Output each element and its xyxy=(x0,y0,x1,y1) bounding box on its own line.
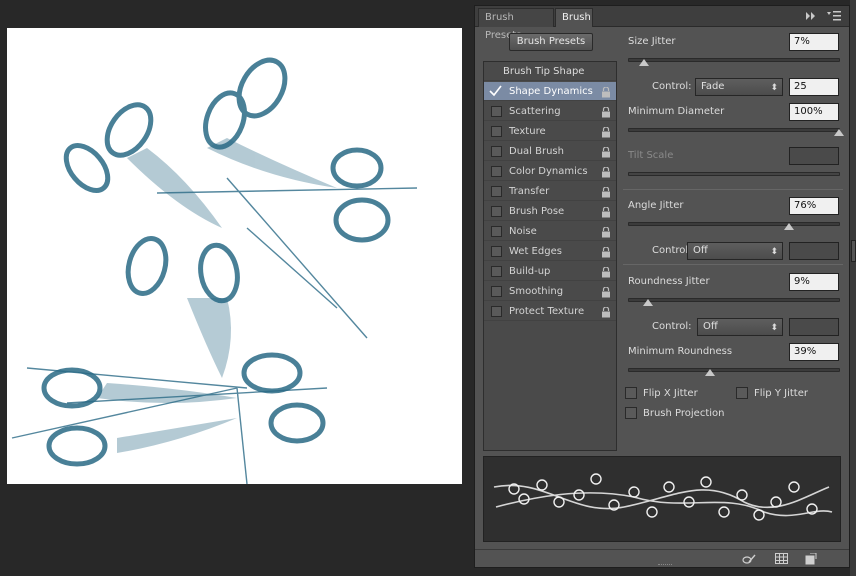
size-control-select[interactable]: Fade ⬍ xyxy=(695,78,783,96)
angle-jitter-label: Angle Jitter xyxy=(628,200,684,211)
minimum-diameter-field[interactable]: 100% xyxy=(789,103,839,121)
flip-x-jitter-label: Flip X Jitter xyxy=(643,388,698,399)
toggle-live-tip-icon[interactable] xyxy=(742,553,756,565)
tilt-scale-label: Tilt Scale xyxy=(628,150,674,161)
minimum-roundness-slider[interactable] xyxy=(628,368,840,372)
roundness-control-select[interactable]: Off ⬍ xyxy=(697,318,783,336)
document-canvas[interactable] xyxy=(7,28,462,484)
flip-y-jitter-label: Flip Y Jitter xyxy=(754,388,808,399)
section-divider xyxy=(623,189,843,190)
section-divider xyxy=(623,264,843,265)
size-jitter-slider[interactable] xyxy=(628,58,840,62)
angle-control-select[interactable]: Off ⬍ xyxy=(687,242,783,260)
size-control-label: Control: xyxy=(652,81,692,92)
minimum-diameter-label: Minimum Diameter xyxy=(628,106,725,117)
size-jitter-thumb[interactable] xyxy=(639,59,649,66)
angle-jitter-field[interactable]: 76% xyxy=(789,197,839,215)
size-control-value: Fade xyxy=(701,81,725,92)
tilt-scale-field xyxy=(789,147,839,165)
size-jitter-label: Size Jitter xyxy=(628,36,676,47)
panel-footer xyxy=(475,549,849,567)
stroke-preview-artwork xyxy=(493,473,833,521)
workspace-edge-strip xyxy=(850,0,856,576)
brush-stroke-preview xyxy=(483,456,841,542)
roundness-jitter-field[interactable]: 9% xyxy=(789,273,839,291)
minimum-diameter-slider[interactable] xyxy=(628,128,840,132)
flip-x-jitter-checkbox[interactable] xyxy=(625,387,637,399)
panel-dock-handle[interactable] xyxy=(851,240,856,262)
angle-control-extra-field xyxy=(789,242,839,260)
roundness-control-label: Control: xyxy=(652,321,692,332)
new-preset-icon[interactable] xyxy=(805,552,818,565)
roundness-control-value: Off xyxy=(703,321,718,332)
angle-jitter-thumb[interactable] xyxy=(784,223,794,230)
minimum-roundness-thumb[interactable] xyxy=(705,369,715,376)
brush-projection-checkbox[interactable] xyxy=(625,407,637,419)
size-jitter-field[interactable]: 7% xyxy=(789,33,839,51)
select-arrows-icon: ⬍ xyxy=(770,83,778,93)
angle-jitter-slider[interactable] xyxy=(628,222,840,226)
roundness-jitter-thumb[interactable] xyxy=(643,299,653,306)
select-arrows-icon: ⬍ xyxy=(770,323,778,333)
brush-projection-label: Brush Projection xyxy=(643,408,725,419)
angle-control-label: Control: xyxy=(652,245,692,256)
minimum-roundness-label: Minimum Roundness xyxy=(628,346,733,357)
angle-control-value: Off xyxy=(693,245,708,256)
tilt-scale-slider xyxy=(628,172,840,176)
grid-view-icon[interactable] xyxy=(775,553,788,565)
resize-grip-icon[interactable] xyxy=(658,564,672,566)
select-arrows-icon: ⬍ xyxy=(770,247,778,257)
fade-steps-field[interactable]: 25 xyxy=(789,78,839,96)
flip-y-jitter-checkbox[interactable] xyxy=(736,387,748,399)
brush-panel: Brush Presets Brush Brush Presets Brush … xyxy=(474,5,850,568)
roundness-jitter-slider[interactable] xyxy=(628,298,840,302)
minimum-roundness-field[interactable]: 39% xyxy=(789,343,839,361)
roundness-jitter-label: Roundness Jitter xyxy=(628,276,710,287)
scissors-brush-artwork xyxy=(11,57,418,484)
roundness-control-extra-field xyxy=(789,318,839,336)
minimum-diameter-thumb[interactable] xyxy=(834,129,844,136)
